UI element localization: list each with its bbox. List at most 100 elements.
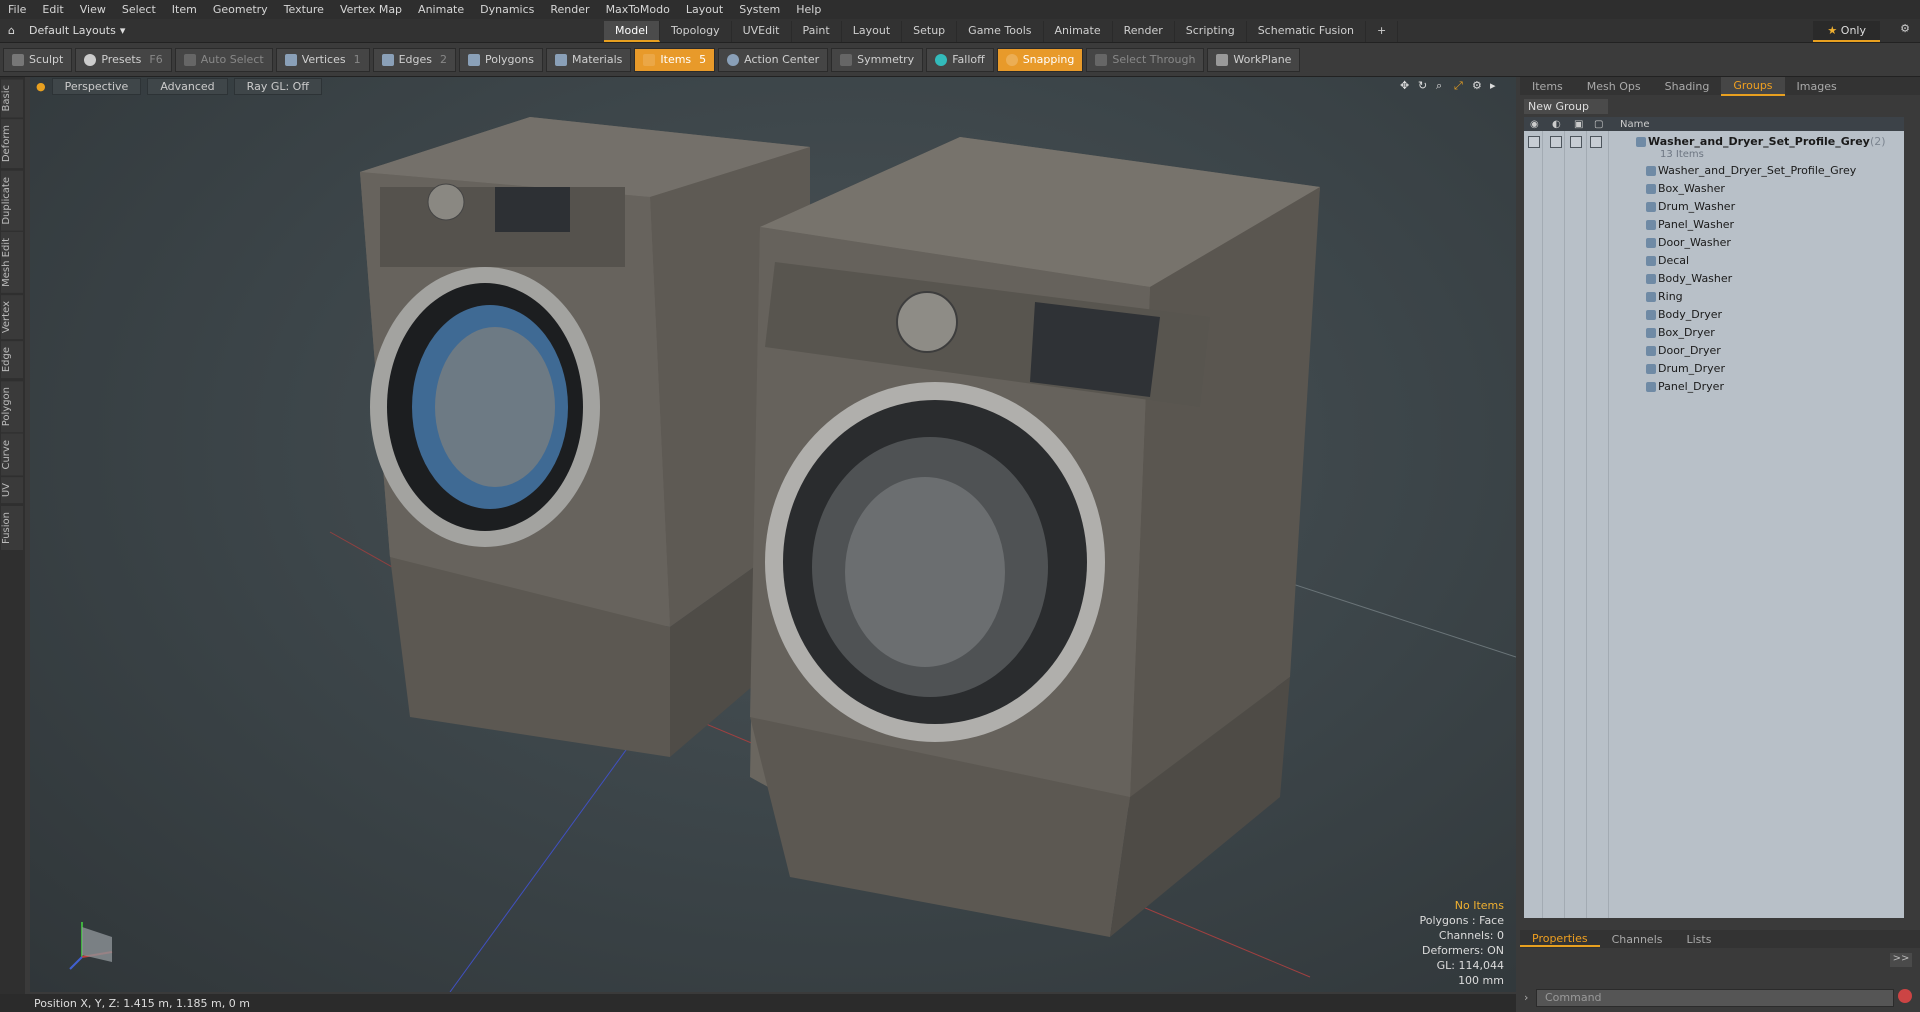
tree-row-panel_dryer[interactable]: Panel_Dryer: [1524, 378, 1904, 395]
select-through-button[interactable]: Select Through: [1086, 47, 1205, 72]
tree-row-body_washer[interactable]: Body_Washer: [1524, 270, 1904, 287]
menu-layout[interactable]: Layout: [678, 3, 731, 16]
menu-render[interactable]: Render: [542, 3, 597, 16]
properties-tabs: Properties Channels Lists: [1520, 930, 1920, 948]
tree-row-decal[interactable]: Decal: [1524, 252, 1904, 269]
tab-schematic-fusion[interactable]: Schematic Fusion: [1247, 21, 1367, 42]
materials-button[interactable]: Materials: [545, 47, 632, 72]
gear-icon[interactable]: ⚙: [1900, 22, 1910, 35]
left-tab-curve[interactable]: Curve: [1, 433, 23, 476]
menu-vertex-map[interactable]: Vertex Map: [332, 3, 410, 16]
panel-tab-shading[interactable]: Shading: [1653, 78, 1722, 95]
symmetry-button[interactable]: Symmetry: [831, 47, 924, 72]
panel-tab-items[interactable]: Items: [1520, 78, 1575, 95]
menu-select[interactable]: Select: [114, 3, 164, 16]
presets-button[interactable]: Presets F6: [75, 47, 172, 72]
left-tab-duplicate[interactable]: Duplicate: [1, 170, 23, 231]
presets-label: Presets: [101, 53, 142, 66]
tree-row-door_dryer[interactable]: Door_Dryer: [1524, 342, 1904, 359]
item-label: 13 Items: [1660, 149, 1704, 160]
tab-topology[interactable]: Topology: [660, 21, 732, 42]
lock-icon[interactable]: ▣: [1574, 119, 1583, 130]
mesh-icon: [1646, 327, 1656, 338]
action-center-button[interactable]: Action Center: [718, 47, 829, 72]
panel-tab-images[interactable]: Images: [1785, 78, 1849, 95]
tab-uvedit[interactable]: UVEdit: [732, 21, 792, 42]
tree-row-ring[interactable]: Ring: [1524, 288, 1904, 305]
panel-tab-groups[interactable]: Groups: [1721, 76, 1785, 96]
tab-render[interactable]: Render: [1113, 21, 1175, 42]
workplane-button[interactable]: WorkPlane: [1207, 47, 1301, 72]
left-tab-fusion[interactable]: Fusion: [1, 505, 23, 550]
tree-row-drum_washer[interactable]: Drum_Washer: [1524, 198, 1904, 215]
3d-viewport[interactable]: ● Perspective Advanced Ray GL: Off ✥ ↻ ⌕…: [30, 77, 1516, 992]
tab-setup[interactable]: Setup: [902, 21, 958, 42]
tree-row-box_washer[interactable]: Box_Washer: [1524, 180, 1904, 197]
mesh-icon: [1646, 381, 1656, 392]
menu-geometry[interactable]: Geometry: [205, 3, 276, 16]
left-tab-polygon[interactable]: Polygon: [1, 380, 23, 432]
snapping-button[interactable]: Snapping: [996, 47, 1084, 72]
tab-layout[interactable]: Layout: [842, 21, 903, 42]
item-label: Door_Washer: [1658, 236, 1731, 249]
menu-texture[interactable]: Texture: [276, 3, 332, 16]
tree-row-panel_washer[interactable]: Panel_Washer: [1524, 216, 1904, 233]
left-tab-deform[interactable]: Deform: [1, 119, 23, 169]
vertices-button[interactable]: Vertices 1: [275, 47, 370, 72]
tab-game-tools[interactable]: Game Tools: [957, 21, 1044, 42]
command-input[interactable]: Command: [1536, 989, 1894, 1007]
left-tab-vertex[interactable]: Vertex: [1, 295, 23, 340]
items-button[interactable]: Items 5: [634, 47, 716, 72]
sculpt-button[interactable]: Sculpt: [3, 47, 73, 72]
menu-maxtomodo[interactable]: MaxToModo: [598, 3, 678, 16]
render-icon[interactable]: ◐: [1552, 119, 1561, 130]
left-tab-basic[interactable]: Basic: [1, 79, 23, 118]
status-bar: Position X, Y, Z: 1.415 m, 1.185 m, 0 m: [0, 994, 1516, 1012]
only-button[interactable]: ★ Only: [1813, 21, 1880, 42]
command-run-icon[interactable]: [1898, 989, 1912, 1003]
main-toolbar: Sculpt Presets F6 Auto Select Vertices 1 E…: [0, 43, 1920, 77]
menu-help[interactable]: Help: [788, 3, 829, 16]
washer-model[interactable]: [360, 117, 810, 757]
bottom-tab-lists[interactable]: Lists: [1675, 933, 1724, 946]
mesh-icon: [1646, 273, 1656, 284]
left-tab-edge[interactable]: Edge: [1, 341, 23, 379]
edges-button[interactable]: Edges 2: [372, 47, 457, 72]
item-label: Panel_Washer: [1658, 218, 1735, 231]
left-tab-uv[interactable]: UV: [1, 477, 23, 504]
add-tab-icon[interactable]: +: [1366, 21, 1399, 42]
tree-row-door_washer[interactable]: Door_Washer: [1524, 234, 1904, 251]
eye-icon[interactable]: ◉: [1530, 119, 1539, 130]
menu-item[interactable]: Item: [164, 3, 205, 16]
tree-row-drum_dryer[interactable]: Drum_Dryer: [1524, 360, 1904, 377]
auto-select-button[interactable]: Auto Select: [174, 47, 273, 72]
bottom-tab-properties[interactable]: Properties: [1520, 932, 1600, 947]
menu-dynamics[interactable]: Dynamics: [472, 3, 542, 16]
edges-label: Edges: [398, 53, 433, 66]
menu-view[interactable]: View: [72, 3, 114, 16]
tab-animate[interactable]: Animate: [1044, 21, 1113, 42]
menu-file[interactable]: File: [0, 3, 34, 16]
new-group-button[interactable]: New Group: [1524, 99, 1608, 114]
panel-tab-mesh-ops[interactable]: Mesh Ops: [1575, 78, 1653, 95]
item-label: Ring: [1658, 290, 1683, 303]
polygons-button[interactable]: Polygons: [459, 47, 543, 72]
tab-paint[interactable]: Paint: [792, 21, 842, 42]
expand-button[interactable]: >>: [1890, 953, 1912, 967]
tree-row-box_dryer[interactable]: Box_Dryer: [1524, 324, 1904, 341]
tab-scripting[interactable]: Scripting: [1175, 21, 1247, 42]
auto-select-label: Auto Select: [200, 53, 264, 66]
select-icon[interactable]: ▢: [1594, 119, 1603, 130]
menu-edit[interactable]: Edit: [34, 3, 71, 16]
menu-system[interactable]: System: [731, 3, 788, 16]
tab-model[interactable]: Model: [604, 21, 661, 42]
dryer-model[interactable]: [750, 137, 1320, 937]
layouts-dropdown[interactable]: ⌂ Default Layouts ▾: [0, 24, 208, 37]
group-item-count[interactable]: 13 Items: [1524, 146, 1904, 163]
menu-animate[interactable]: Animate: [410, 3, 472, 16]
left-tab-mesh-edit[interactable]: Mesh Edit: [1, 232, 23, 294]
tree-row-locator[interactable]: Washer_and_Dryer_Set_Profile_Grey: [1524, 162, 1904, 179]
tree-row-body_dryer[interactable]: Body_Dryer: [1524, 306, 1904, 323]
falloff-button[interactable]: Falloff: [926, 47, 994, 72]
bottom-tab-channels[interactable]: Channels: [1600, 933, 1675, 946]
